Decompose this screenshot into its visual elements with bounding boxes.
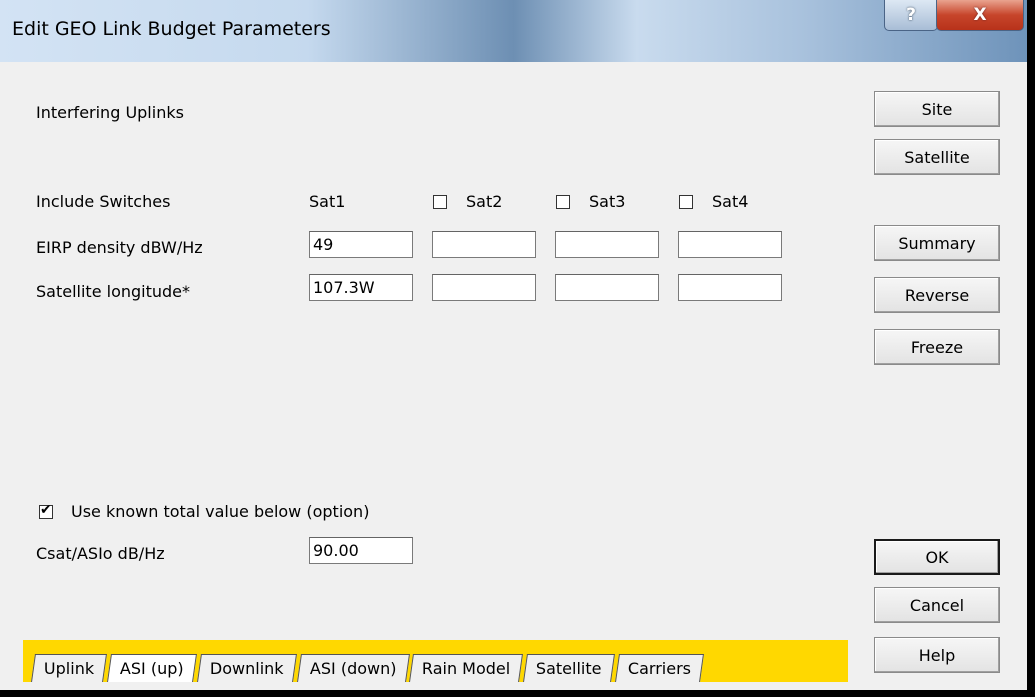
ok-button[interactable]: OK (874, 539, 1000, 575)
tab-uplink[interactable]: Uplink (31, 654, 108, 682)
sat2-label: Sat2 (466, 192, 503, 211)
title-bar[interactable]: Edit GEO Link Budget Parameters ? X (0, 0, 1027, 62)
close-icon: X (973, 5, 987, 25)
csat-asio-input[interactable]: 90.00 (309, 537, 413, 564)
section-title: Interfering Uplinks (36, 103, 184, 122)
site-button[interactable]: Site (874, 91, 1000, 127)
longitude-label: Satellite longitude* (36, 282, 191, 301)
csat-asio-label: Csat/ASIo dB/Hz (36, 544, 165, 563)
tab-label: ASI (down) (309, 659, 396, 678)
reverse-button[interactable]: Reverse (874, 277, 1000, 313)
use-known-total-label: Use known total value below (option) (71, 502, 370, 521)
tab-label: Satellite (536, 659, 602, 678)
longitude-sat1-input[interactable]: 107.3W (309, 274, 413, 301)
summary-button[interactable]: Summary (874, 225, 1000, 261)
sat4-label: Sat4 (712, 192, 749, 211)
include-switches-label: Include Switches (36, 192, 171, 211)
sat1-label: Sat1 (309, 192, 346, 211)
sat4-checkbox[interactable] (679, 195, 693, 209)
tab-label: Downlink (209, 659, 284, 678)
sat3-checkbox[interactable] (556, 195, 570, 209)
dialog-client-area: Interfering Uplinks Include Switches Sat… (8, 62, 1021, 682)
eirp-label: EIRP density dBW/Hz (36, 238, 203, 257)
use-known-total-checkbox[interactable] (39, 502, 53, 519)
freeze-button[interactable]: Freeze (874, 329, 1000, 365)
tab-rain-model[interactable]: Rain Model (409, 654, 524, 682)
tab-label: Rain Model (421, 659, 511, 678)
close-button[interactable]: X (936, 0, 1024, 31)
sat2-checkbox[interactable] (433, 195, 447, 209)
dialog-window: Edit GEO Link Budget Parameters ? X Inte… (0, 0, 1027, 690)
tab-label: Uplink (43, 659, 95, 678)
sat3-label: Sat3 (589, 192, 626, 211)
longitude-sat3-input[interactable] (555, 274, 659, 301)
tab-satellite[interactable]: Satellite (523, 654, 615, 682)
title-help-button[interactable]: ? (884, 0, 938, 31)
tab-strip: Uplink ASI (up) Downlink ASI (down) Rain… (23, 640, 848, 682)
question-icon: ? (906, 5, 916, 25)
eirp-sat4-input[interactable] (678, 231, 782, 258)
longitude-sat2-input[interactable] (432, 274, 536, 301)
window-title: Edit GEO Link Budget Parameters (12, 18, 331, 40)
eirp-sat3-input[interactable] (555, 231, 659, 258)
tab-label: ASI (up) (120, 659, 184, 678)
help-button[interactable]: Help (874, 637, 1000, 673)
eirp-sat2-input[interactable] (432, 231, 536, 258)
satellite-button[interactable]: Satellite (874, 139, 1000, 175)
tab-label: Carriers (627, 659, 691, 678)
cancel-button[interactable]: Cancel (874, 587, 1000, 623)
tab-asi-down[interactable]: ASI (down) (296, 654, 410, 682)
longitude-sat4-input[interactable] (678, 274, 782, 301)
tab-list: Uplink ASI (up) Downlink ASI (down) Rain… (31, 654, 706, 682)
tab-downlink[interactable]: Downlink (196, 654, 297, 682)
eirp-sat1-input[interactable]: 49 (309, 231, 413, 258)
tab-carriers[interactable]: Carriers (614, 654, 704, 682)
tab-asi-up[interactable]: ASI (up) (107, 654, 197, 682)
